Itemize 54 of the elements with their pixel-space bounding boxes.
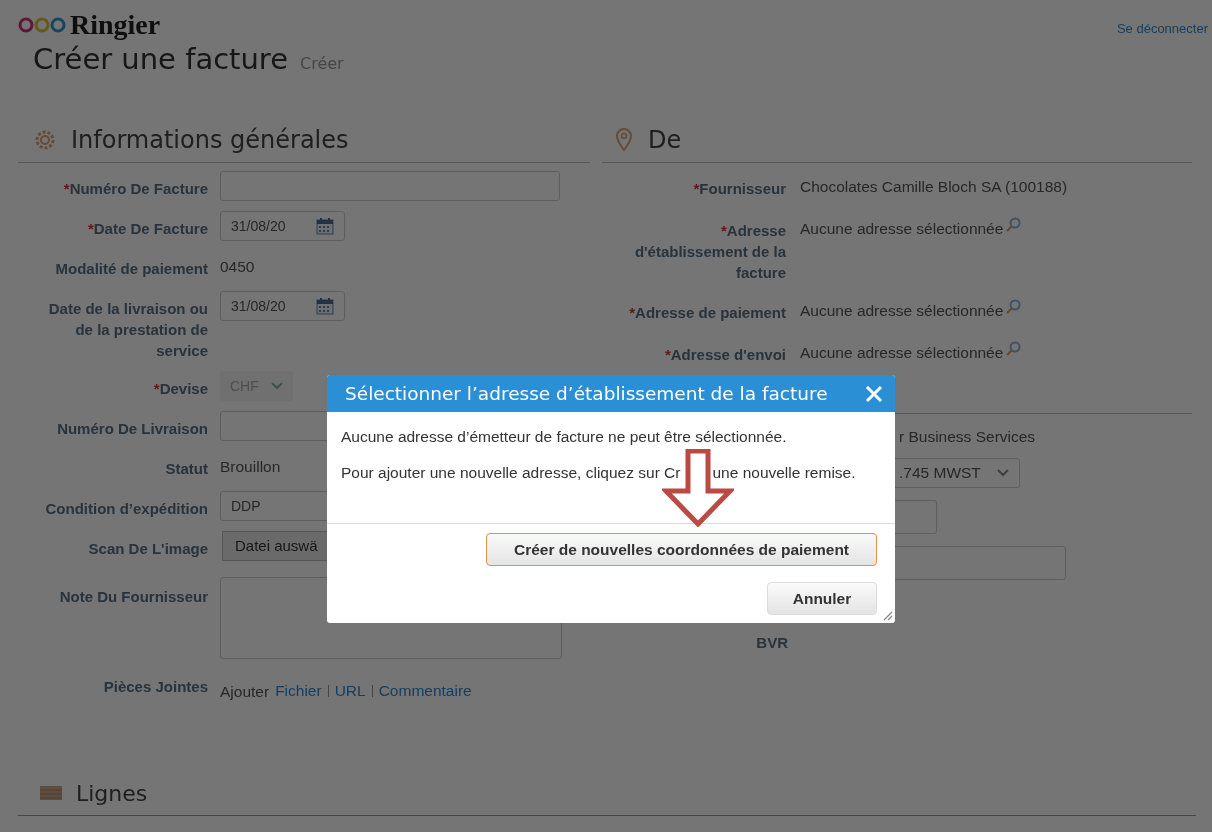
date-field[interactable]: 31/08/20: [220, 291, 345, 321]
section-title: De: [648, 126, 682, 154]
calendar-icon[interactable]: [316, 217, 334, 235]
attachment-link[interactable]: URL: [334, 682, 366, 700]
create-button[interactable]: Créer de nouvelles coordonnées de paiement: [486, 533, 877, 566]
attach-label: Ajouter: [220, 682, 270, 701]
lines-icon: [40, 786, 62, 800]
date-field[interactable]: 31/08/20: [220, 211, 345, 241]
attachment-link[interactable]: Commentaire: [378, 682, 472, 700]
cancel-button[interactable]: Annuler: [767, 582, 877, 615]
field-value: Brouillon: [220, 457, 281, 476]
logo-text: Ringier: [70, 9, 161, 41]
dialog-message: Pour ajouter une nouvelle adresse, cliquez sur Cr: [341, 464, 681, 482]
field-value: Chocolates Camille Bloch SA (100188): [800, 177, 1068, 196]
field-value: Aucune adresse sélectionnée: [800, 219, 1004, 238]
field-label: Pièces Jointes: [103, 678, 208, 695]
dialog-title: Sélectionner l’adresse d’établissement de la facture: [345, 383, 828, 404]
dialog-message: une nouvelle remise.: [712, 464, 856, 482]
search-icon[interactable]: [1005, 217, 1022, 233]
field-value: 0450: [220, 257, 255, 276]
search-icon[interactable]: [1005, 299, 1022, 315]
logo-rings-icon: [18, 15, 68, 35]
field-label: Note Du Fournisseur: [59, 588, 208, 605]
field-label: *Numéro De Facture: [63, 180, 208, 197]
section-title: Informations générales: [71, 126, 349, 154]
search-icon[interactable]: [1005, 341, 1022, 357]
close-icon[interactable]: [865, 384, 883, 403]
chevron-down-icon: [270, 382, 283, 390]
dialog-message: Aucune adresse d’émetteur de facture ne peut être sélectionnée.: [341, 428, 788, 446]
field-value: r Business Services: [899, 427, 1036, 446]
page-title: Créer une facture: [33, 42, 288, 76]
field-label: *Adresse de paiement: [629, 304, 786, 321]
field-label: BVR: [756, 633, 788, 653]
location-pin-icon: [614, 128, 634, 152]
field-value: Aucune adresse sélectionnée: [800, 301, 1004, 320]
resize-grip-icon[interactable]: [881, 609, 893, 621]
field-value: Aucune adresse sélectionnée: [800, 343, 1004, 362]
field-label: Condition d’expédition: [45, 500, 208, 517]
field-label: *Adresse d'envoi: [664, 346, 786, 363]
logout-link[interactable]: Se déconnecter: [1116, 20, 1208, 36]
gear-icon: [33, 128, 57, 152]
chevron-down-icon: [997, 469, 1009, 477]
section-title: Lignes: [76, 780, 148, 806]
field-label: *Date De Facture: [87, 220, 208, 237]
calendar-icon[interactable]: [316, 297, 334, 315]
field-label: *Devise: [153, 380, 208, 397]
field-label: Date de la livraison ou de la prestation de service: [48, 300, 208, 359]
attachment-link[interactable]: Fichier: [275, 682, 322, 700]
field-label: Scan De L'image: [88, 540, 208, 557]
field-label: Statut: [165, 460, 208, 477]
field-label: *Adresse d'établissement de la facture: [634, 222, 786, 281]
field-label: Numéro De Livraison: [57, 420, 208, 437]
field-label: *Fournisseur: [693, 180, 786, 197]
field-label: Modalité de paiement: [55, 260, 208, 277]
